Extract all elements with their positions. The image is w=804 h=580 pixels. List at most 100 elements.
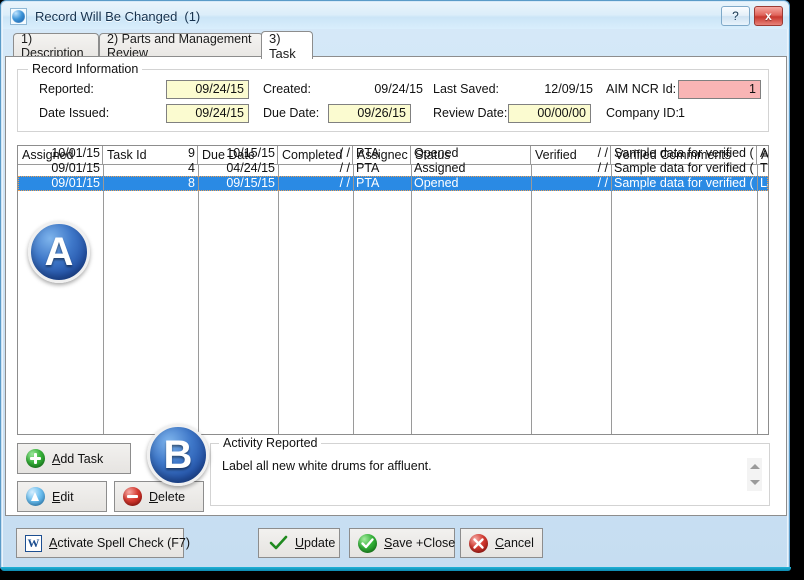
aim-ncr-id-field[interactable]: 1 — [678, 80, 761, 99]
cell-due_date: 09/15/15 — [198, 176, 278, 191]
table-row[interactable]: 09/01/15404/24/15/ /PTAAssigned/ /Sample… — [18, 161, 768, 176]
cell-activity: Lab — [757, 176, 769, 191]
globe-icon — [10, 8, 27, 25]
activate-spell-check-button[interactable]: W Activate Spell Check (F7) — [16, 528, 184, 558]
last-saved-value: 12/09/15 — [508, 82, 593, 96]
cell-due_date: 10/15/15 — [198, 146, 278, 161]
triangle-icon — [26, 487, 45, 506]
column-divider[interactable] — [353, 165, 354, 434]
column-divider[interactable] — [198, 165, 199, 434]
title-bar[interactable]: Record Will Be Changed (1) ? x — [3, 3, 789, 29]
cell-completed: / / — [278, 146, 353, 161]
spell-check-label: Activate Spell Check (F7) — [49, 536, 190, 550]
cell-assignee: PTA — [353, 161, 411, 176]
cell-assigned: 09/01/15 — [18, 161, 103, 176]
footer-bar: W Activate Spell Check (F7) Update Save … — [5, 518, 787, 566]
cell-verified: / / — [531, 161, 611, 176]
window-title-count: (1) — [184, 9, 200, 24]
cell-activity: An — [757, 146, 769, 161]
check-circle-icon — [358, 534, 377, 553]
minus-circle-icon — [123, 487, 142, 506]
record-information-group: Record Information Reported: 09/24/15 Cr… — [17, 69, 769, 132]
cell-verified: / / — [531, 146, 611, 161]
tab-task[interactable]: 3) Task — [261, 31, 313, 59]
table-row[interactable]: 09/01/15809/15/15/ /PTAOpened/ /Sample d… — [18, 176, 768, 191]
cell-due_date: 04/24/15 — [198, 161, 278, 176]
annotation-badge-b: B — [147, 424, 209, 486]
reported-label: Reported: — [39, 82, 94, 96]
x-circle-icon — [469, 534, 488, 553]
column-divider[interactable] — [278, 165, 279, 434]
tab-strip: 1) Description 2) Parts and Management R… — [5, 31, 787, 57]
check-icon — [269, 535, 288, 551]
record-information-legend: Record Information — [28, 62, 142, 76]
save-close-button[interactable]: Save +Close — [349, 528, 455, 558]
edit-label: Edit — [52, 490, 74, 504]
cancel-button[interactable]: Cancel — [460, 528, 543, 558]
column-divider[interactable] — [757, 165, 758, 434]
cell-verified_comments: Sample data for verified ( — [611, 146, 757, 161]
delete-label: Delete — [149, 490, 185, 504]
activity-reported-text: Label all new white drums for affluent. — [222, 459, 432, 473]
cancel-label: Cancel — [495, 536, 534, 550]
tab-parts-and-management-review[interactable]: 2) Parts and Management Review — [99, 33, 263, 57]
aim-ncr-id-label: AIM NCR Id: — [606, 82, 676, 96]
tab-description[interactable]: 1) Description — [13, 33, 99, 57]
column-divider[interactable] — [103, 165, 104, 434]
company-id-label: Company ID: — [606, 106, 679, 120]
client-area: Record Information Reported: 09/24/15 Cr… — [5, 56, 787, 516]
cell-task_id: 8 — [103, 176, 198, 191]
reported-field[interactable]: 09/24/15 — [166, 80, 249, 99]
cell-status: Opened — [411, 146, 531, 161]
cell-completed: / / — [278, 161, 353, 176]
cell-assignee: PTA — [353, 176, 411, 191]
cell-task_id: 4 — [103, 161, 198, 176]
delete-button[interactable]: Delete — [114, 481, 204, 512]
task-grid[interactable]: AssignedTask IdDue DateCompletedAssignec… — [17, 145, 769, 435]
due-date-field[interactable]: 09/26/15 — [328, 104, 411, 123]
window-title: Record Will Be Changed — [35, 9, 177, 24]
company-id-value: 1 — [678, 106, 698, 120]
accent-strip — [1, 567, 791, 571]
column-divider[interactable] — [531, 165, 532, 434]
cell-status: Assigned — [411, 161, 531, 176]
cell-verified_comments: Sample data for verified ( — [611, 176, 757, 191]
date-issued-field[interactable]: 09/24/15 — [166, 104, 249, 123]
tab-task-label: 3) Task — [269, 31, 305, 61]
activity-reported-group: Activity Reported Label all new white dr… — [210, 443, 770, 506]
created-label: Created: — [263, 82, 311, 96]
cell-assigned: 09/01/15 — [18, 176, 103, 191]
review-date-field[interactable]: 00/00/00 — [508, 104, 591, 123]
scroll-spinner-icon[interactable] — [747, 458, 762, 491]
due-date-label: Due Date: — [263, 106, 319, 120]
chevron-down-icon[interactable] — [750, 480, 760, 485]
titlebar-buttons: ? x — [721, 6, 783, 26]
date-issued-label: Date Issued: — [39, 106, 109, 120]
help-button[interactable]: ? — [721, 6, 750, 26]
chevron-up-icon[interactable] — [750, 464, 760, 469]
cell-verified: / / — [531, 176, 611, 191]
table-row[interactable]: 10/01/15910/15/15/ /PTAOpened/ /Sample d… — [18, 146, 768, 161]
plus-icon — [26, 449, 45, 468]
update-label: Update — [295, 536, 335, 550]
cell-activity: Thi — [757, 161, 769, 176]
column-divider[interactable] — [611, 165, 612, 434]
created-value: 09/24/15 — [338, 82, 423, 96]
column-divider[interactable] — [411, 165, 412, 434]
add-task-label: Add Task — [52, 452, 103, 466]
cell-verified_comments: Sample data for verified ( — [611, 161, 757, 176]
cell-assignee: PTA — [353, 146, 411, 161]
edit-button[interactable]: Edit — [17, 481, 107, 512]
update-button[interactable]: Update — [258, 528, 340, 558]
cell-completed: / / — [278, 176, 353, 191]
cell-assigned: 10/01/15 — [18, 146, 103, 161]
last-saved-label: Last Saved: — [433, 82, 499, 96]
review-date-label: Review Date: — [433, 106, 507, 120]
cell-task_id: 9 — [103, 146, 198, 161]
word-icon: W — [25, 535, 42, 552]
add-task-button[interactable]: Add Task — [17, 443, 131, 474]
close-button[interactable]: x — [754, 6, 783, 26]
cell-status: Opened — [411, 176, 531, 191]
save-close-label: Save +Close — [384, 536, 455, 550]
annotation-badge-a: A — [28, 221, 90, 283]
